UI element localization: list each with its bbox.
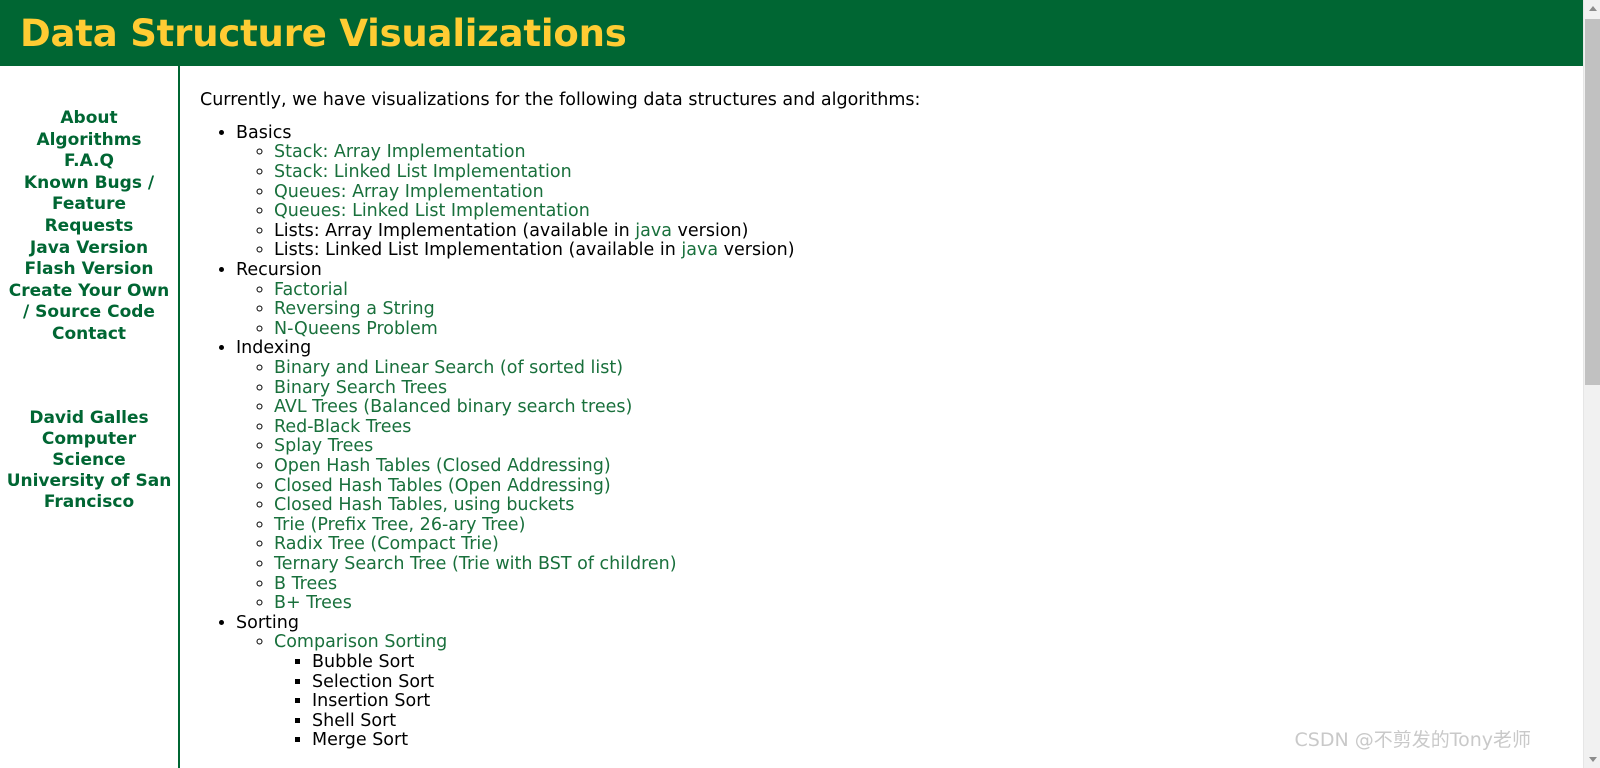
- algorithm-link[interactable]: Trie (Prefix Tree, 26-ary Tree): [274, 515, 525, 535]
- list-item: Comparison SortingBubble SortSelection S…: [274, 633, 1583, 751]
- sidebar-link[interactable]: Contact: [52, 324, 126, 344]
- list-item: Closed Hash Tables (Open Addressing): [274, 476, 1583, 497]
- list-item: Trie (Prefix Tree, 26-ary Tree): [274, 515, 1583, 536]
- sidebar-navigation: About Algorithms F.A.Q Known Bugs / Feature…: [0, 66, 180, 768]
- category-title: Indexing: [236, 338, 312, 359]
- algorithm-link[interactable]: Stack: Linked List Implementation: [274, 162, 572, 182]
- sidebar-link[interactable]: Flash Version: [25, 259, 154, 279]
- list-item: Bubble Sort: [312, 651, 1583, 673]
- algorithm-link[interactable]: B Trees: [274, 574, 337, 594]
- author-name: David Galles: [29, 407, 149, 428]
- algorithm-list: Comparison SortingBubble SortSelection S…: [236, 633, 1583, 751]
- list-item: Lists: Array Implementation (available i…: [274, 220, 1583, 242]
- page-body: About Algorithms F.A.Q Known Bugs / Feature…: [0, 66, 1583, 768]
- category-title: Basics: [236, 122, 292, 143]
- category-item: RecursionFactorialReversing a StringN-Qu…: [236, 260, 1583, 340]
- list-item: Insertion Sort: [312, 691, 1583, 712]
- sidebar-link[interactable]: About: [60, 108, 117, 128]
- list-item: Binary Search Trees: [274, 378, 1583, 399]
- list-item: Reversing a String: [274, 299, 1583, 320]
- algorithm-link[interactable]: Binary Search Trees: [274, 378, 447, 398]
- list-item: Factorial: [274, 280, 1583, 301]
- category-item: BasicsStack: Array ImplementationStack: …: [236, 122, 1583, 261]
- list-item: Stack: Array Implementation: [274, 143, 1583, 163]
- sidebar-link[interactable]: Algorithms: [36, 130, 141, 150]
- algorithm-link[interactable]: Closed Hash Tables, using buckets: [274, 495, 574, 515]
- category-item: SortingComparison SortingBubble SortSele…: [236, 612, 1583, 751]
- browser-viewport: Data Structure Visualizations About Algor…: [0, 0, 1583, 768]
- list-item: Selection Sort: [312, 671, 1583, 693]
- algorithm-list: Binary and Linear Search (of sorted list…: [236, 358, 1583, 614]
- category-list: BasicsStack: Array ImplementationStack: …: [200, 122, 1583, 751]
- list-item: B Trees: [274, 574, 1583, 595]
- algorithm-link[interactable]: Red-Black Trees: [274, 417, 411, 437]
- page-title: Data Structure Visualizations: [20, 11, 627, 55]
- item-label: Insertion Sort: [312, 691, 431, 712]
- item-text-prefix: Lists: Linked List Implementation (avail…: [274, 240, 682, 261]
- item-label: Shell Sort: [312, 710, 397, 731]
- algorithm-link[interactable]: Stack: Array Implementation: [274, 142, 526, 163]
- author-institution: University of San Francisco: [6, 470, 172, 512]
- algorithm-link[interactable]: Closed Hash Tables (Open Addressing): [274, 476, 611, 496]
- category-item: IndexingBinary and Linear Search (of sor…: [236, 339, 1583, 613]
- list-item: N-Queens Problem: [274, 319, 1583, 340]
- list-item: Lists: Linked List Implementation (avail…: [274, 241, 1583, 261]
- list-item: Shell Sort: [312, 710, 1583, 732]
- list-item: Radix Tree (Compact Trie): [274, 535, 1583, 555]
- algorithm-link[interactable]: Factorial: [274, 280, 348, 300]
- algorithm-link[interactable]: Ternary Search Tree (Trie with BST of ch…: [274, 554, 677, 574]
- algorithm-link[interactable]: Queues: Linked List Implementation: [274, 201, 590, 221]
- algorithm-list: FactorialReversing a StringN-Queens Prob…: [236, 280, 1583, 340]
- sub-item-list: Bubble SortSelection SortInsertion SortS…: [274, 651, 1583, 751]
- item-text-suffix: version): [718, 240, 795, 261]
- author-department: Computer Science: [41, 428, 137, 470]
- item-label: Bubble Sort: [312, 651, 415, 672]
- algorithm-link[interactable]: Radix Tree (Compact Trie): [274, 534, 499, 555]
- vertical-scrollbar[interactable]: [1583, 0, 1600, 768]
- algorithm-link[interactable]: Splay Trees: [274, 436, 373, 457]
- list-item: Closed Hash Tables, using buckets: [274, 495, 1583, 516]
- algorithm-link[interactable]: N-Queens Problem: [274, 319, 438, 339]
- main-content: Currently, we have visualizations for th…: [180, 66, 1583, 768]
- sidebar-attribution: David Galles Computer Science University…: [0, 408, 178, 513]
- list-item: Ternary Search Tree (Trie with BST of ch…: [274, 554, 1583, 575]
- algorithm-link[interactable]: Open Hash Tables (Closed Addressing): [274, 456, 611, 476]
- scroll-down-arrow-icon[interactable]: [1584, 751, 1600, 768]
- list-item: B+ Trees: [274, 593, 1583, 614]
- algorithm-link[interactable]: Binary and Linear Search (of sorted list…: [274, 358, 623, 378]
- list-item: Merge Sort: [312, 730, 1583, 751]
- java-version-link[interactable]: java: [681, 240, 718, 261]
- category-title: Sorting: [236, 612, 299, 633]
- sidebar-link[interactable]: Known Bugs / Feature Requests: [24, 173, 154, 236]
- list-item: Splay Trees: [274, 437, 1583, 457]
- list-item: Queues: Linked List Implementation: [274, 201, 1583, 222]
- algorithm-link[interactable]: Reversing a String: [274, 299, 435, 319]
- scroll-up-arrow-icon[interactable]: [1584, 0, 1600, 17]
- sidebar-link[interactable]: Create Your Own / Source Code: [9, 281, 170, 323]
- sidebar-link-list: About Algorithms F.A.Q Known Bugs / Feature…: [0, 108, 178, 346]
- algorithm-link[interactable]: AVL Trees (Balanced binary search trees): [274, 397, 632, 417]
- algorithm-link[interactable]: B+ Trees: [274, 593, 352, 613]
- algorithm-link[interactable]: Comparison Sorting: [274, 632, 447, 653]
- item-label: Selection Sort: [312, 671, 435, 692]
- scrollbar-thumb[interactable]: [1585, 19, 1600, 385]
- list-item: AVL Trees (Balanced binary search trees): [274, 397, 1583, 418]
- algorithm-link[interactable]: Queues: Array Implementation: [274, 182, 544, 202]
- list-item: Red-Black Trees: [274, 417, 1583, 438]
- algorithm-list: Stack: Array ImplementationStack: Linked…: [236, 143, 1583, 261]
- page-header-banner: Data Structure Visualizations: [0, 0, 1583, 66]
- category-title: Recursion: [236, 260, 322, 281]
- item-text-prefix: Lists: Array Implementation (available i…: [274, 220, 636, 241]
- list-item: Queues: Array Implementation: [274, 182, 1583, 203]
- sidebar-link[interactable]: F.A.Q: [64, 151, 114, 171]
- intro-paragraph: Currently, we have visualizations for th…: [200, 90, 921, 110]
- list-item: Open Hash Tables (Closed Addressing): [274, 456, 1583, 477]
- list-item: Binary and Linear Search (of sorted list…: [274, 358, 1583, 379]
- sidebar-link[interactable]: Java Version: [30, 238, 148, 258]
- java-version-link[interactable]: java: [635, 221, 672, 241]
- list-item: Stack: Linked List Implementation: [274, 162, 1583, 183]
- item-label: Merge Sort: [312, 730, 409, 751]
- item-text-suffix: version): [671, 220, 749, 241]
